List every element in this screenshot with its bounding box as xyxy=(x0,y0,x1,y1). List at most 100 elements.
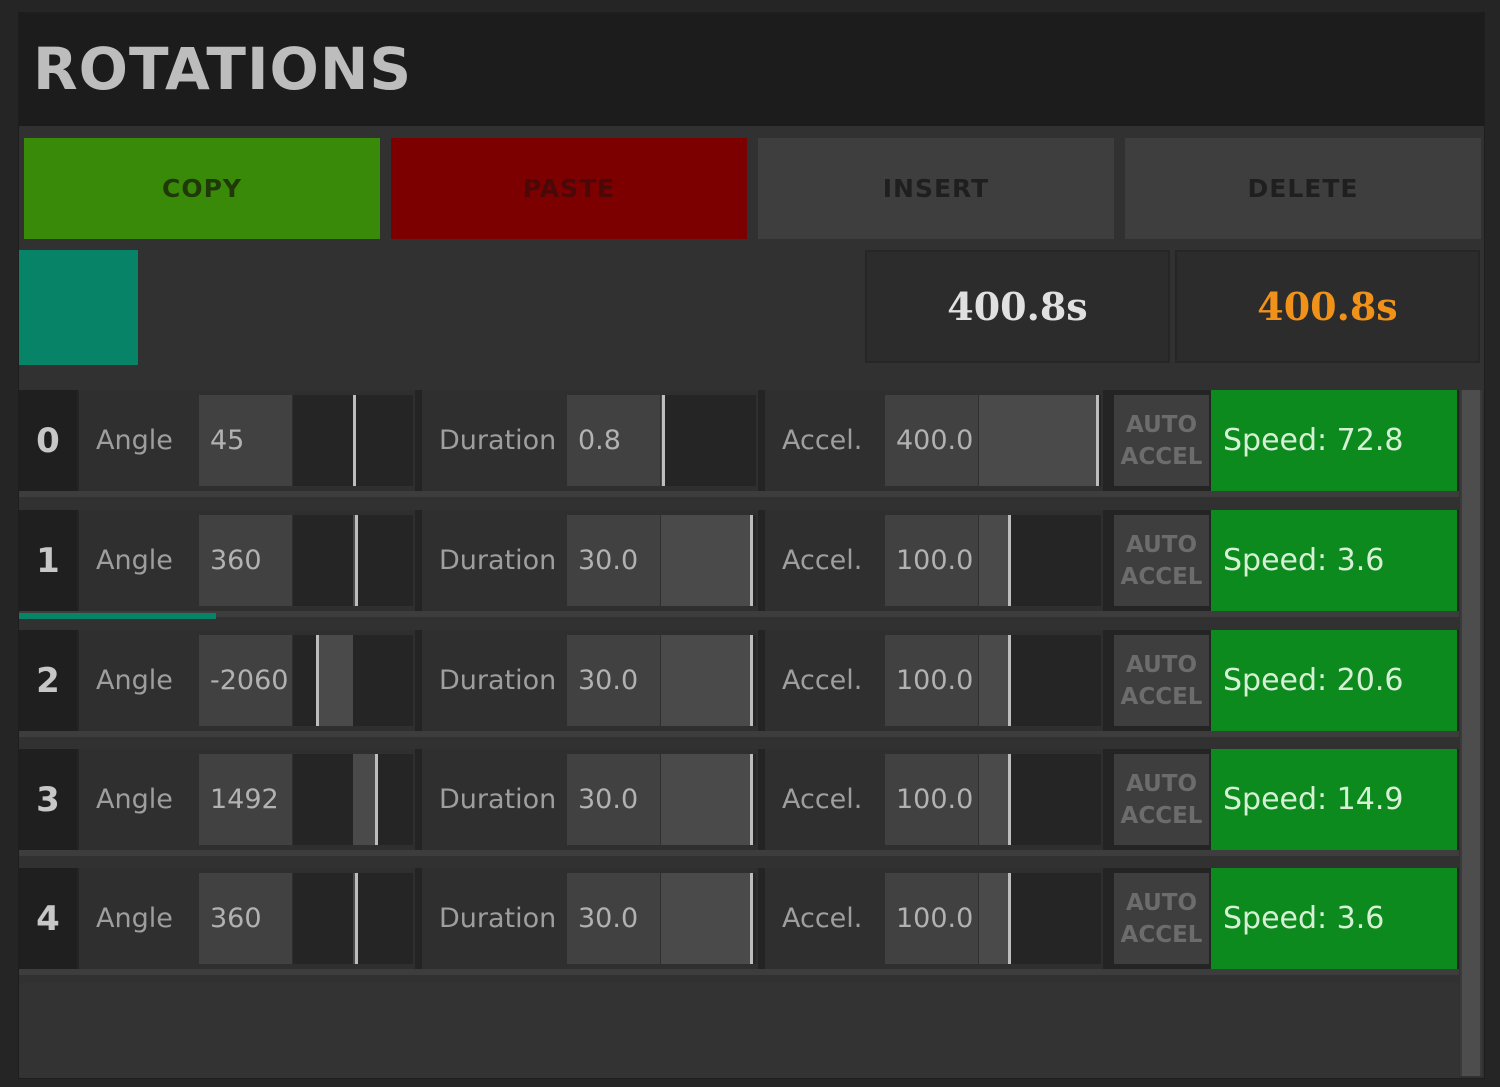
angle-input[interactable]: 360 xyxy=(199,873,292,964)
duration-slider-handle[interactable] xyxy=(750,873,753,964)
row-divider xyxy=(19,850,1459,856)
accel-slider-fill xyxy=(979,515,1009,606)
auto-accel-button[interactable]: AUTO ACCEL xyxy=(1114,635,1209,726)
angle-slider-handle[interactable] xyxy=(355,515,358,606)
accel-input[interactable]: 400.0 xyxy=(885,395,978,486)
accel-slider[interactable] xyxy=(979,635,1101,726)
rotations-panel: ROTATIONS COPY PASTE INSERT DELETE 400.8… xyxy=(18,12,1485,1079)
angle-input[interactable]: 45 xyxy=(199,395,292,486)
auto-accel-button[interactable]: AUTO ACCEL xyxy=(1114,515,1209,606)
accel-slider[interactable] xyxy=(979,873,1101,964)
accel-input[interactable]: 100.0 xyxy=(885,873,978,964)
accel-toggle-label: ACCEL xyxy=(1120,563,1203,590)
rotation-row: 3 Angle 1492 Duration 30.0 Accel. 100.0 … xyxy=(19,749,1459,850)
angle-input[interactable]: -2060 xyxy=(199,635,292,726)
duration-slider-fill xyxy=(661,635,751,726)
duration-slider[interactable] xyxy=(661,635,756,726)
duration-slider-handle[interactable] xyxy=(750,515,753,606)
auto-label: AUTO xyxy=(1125,770,1197,797)
accel-slider-fill xyxy=(979,873,1009,964)
duration-input[interactable]: 30.0 xyxy=(567,515,660,606)
speed-display: Speed: 3.6 xyxy=(1211,510,1457,611)
duration-slider[interactable] xyxy=(661,873,756,964)
accel-slider-handle[interactable] xyxy=(1008,515,1011,606)
accel-label: Accel. xyxy=(782,784,863,815)
angle-slider-handle[interactable] xyxy=(353,395,356,486)
accel-slider[interactable] xyxy=(979,395,1101,486)
accel-input[interactable]: 100.0 xyxy=(885,635,978,726)
accel-slider-fill xyxy=(979,635,1009,726)
auto-accel-button[interactable]: AUTO ACCEL xyxy=(1114,873,1209,964)
duration-slider[interactable] xyxy=(661,754,756,845)
angle-slider-fill xyxy=(317,635,353,726)
angle-slider-handle[interactable] xyxy=(316,635,319,726)
accel-slider-fill xyxy=(979,754,1009,845)
auto-accel-button[interactable]: AUTO ACCEL xyxy=(1114,395,1209,486)
accel-slider-handle[interactable] xyxy=(1008,754,1011,845)
row-index: 1 xyxy=(19,510,77,611)
duration-slider-handle[interactable] xyxy=(750,635,753,726)
angle-slider-handle[interactable] xyxy=(355,873,358,964)
accel-slider[interactable] xyxy=(979,515,1101,606)
accel-toggle-label: ACCEL xyxy=(1120,921,1203,948)
duration-slider[interactable] xyxy=(661,515,756,606)
angle-slider-handle[interactable] xyxy=(375,754,378,845)
insert-button[interactable]: INSERT xyxy=(758,138,1114,239)
duration-cell: Duration 30.0 xyxy=(422,630,758,731)
playback-progress-bar xyxy=(19,613,216,619)
angle-slider[interactable] xyxy=(293,873,413,964)
duration-input[interactable]: 30.0 xyxy=(567,873,660,964)
duration-slider-handle[interactable] xyxy=(662,395,665,486)
accel-slider-handle[interactable] xyxy=(1008,635,1011,726)
duration-slider[interactable] xyxy=(661,395,756,486)
auto-label: AUTO xyxy=(1125,531,1197,558)
duration-input[interactable]: 0.8 xyxy=(567,395,660,486)
auto-accel-button[interactable]: AUTO ACCEL xyxy=(1114,754,1209,845)
angle-cell: Angle -2060 xyxy=(79,630,415,731)
accel-toggle-label: ACCEL xyxy=(1120,683,1203,710)
paste-button[interactable]: PASTE xyxy=(391,138,747,239)
angle-slider[interactable] xyxy=(293,515,413,606)
copy-button[interactable]: COPY xyxy=(24,138,380,239)
scrollbar-thumb[interactable] xyxy=(1462,390,1480,1076)
row-divider xyxy=(19,491,1459,497)
accel-input[interactable]: 100.0 xyxy=(885,754,978,845)
duration-label: Duration xyxy=(439,665,557,696)
angle-slider[interactable] xyxy=(293,754,413,845)
delete-button[interactable]: DELETE xyxy=(1125,138,1481,239)
duration-input[interactable]: 30.0 xyxy=(567,635,660,726)
angle-slider[interactable] xyxy=(293,635,413,726)
panel-title: ROTATIONS xyxy=(33,35,413,103)
angle-cell: Angle 360 xyxy=(79,510,415,611)
row-divider xyxy=(19,731,1459,737)
accel-slider[interactable] xyxy=(979,754,1101,845)
accel-slider-handle[interactable] xyxy=(1008,873,1011,964)
duration-label: Duration xyxy=(439,784,557,815)
duration-label: Duration xyxy=(439,425,557,456)
angle-input[interactable]: 1492 xyxy=(199,754,292,845)
duration-slider-handle[interactable] xyxy=(750,754,753,845)
list-empty-area xyxy=(19,983,1459,1078)
accel-cell: Accel. 100.0 xyxy=(765,749,1103,850)
angle-slider[interactable] xyxy=(293,395,413,486)
current-time-display: 400.8s xyxy=(1175,250,1480,363)
angle-cell: Angle 360 xyxy=(79,868,415,969)
accel-label: Accel. xyxy=(782,903,863,934)
angle-input[interactable]: 360 xyxy=(199,515,292,606)
accel-slider-handle[interactable] xyxy=(1096,395,1099,486)
accel-cell: Accel. 400.0 xyxy=(765,390,1103,491)
color-swatch[interactable] xyxy=(19,250,138,365)
list-scrollbar[interactable] xyxy=(1460,390,1482,1076)
duration-input[interactable]: 30.0 xyxy=(567,754,660,845)
accel-input[interactable]: 100.0 xyxy=(885,515,978,606)
duration-cell: Duration 30.0 xyxy=(422,749,758,850)
auto-label: AUTO xyxy=(1125,411,1197,438)
duration-label: Duration xyxy=(439,903,557,934)
angle-cell: Angle 45 xyxy=(79,390,415,491)
accel-cell: Accel. 100.0 xyxy=(765,868,1103,969)
rotation-row: 0 Angle 45 Duration 0.8 Accel. 400.0 AUT… xyxy=(19,390,1459,491)
duration-cell: Duration 30.0 xyxy=(422,510,758,611)
total-time-display: 400.8s xyxy=(865,250,1170,363)
duration-cell: Duration 30.0 xyxy=(422,868,758,969)
rotation-row: 1 Angle 360 Duration 30.0 Accel. 100.0 A… xyxy=(19,510,1459,611)
